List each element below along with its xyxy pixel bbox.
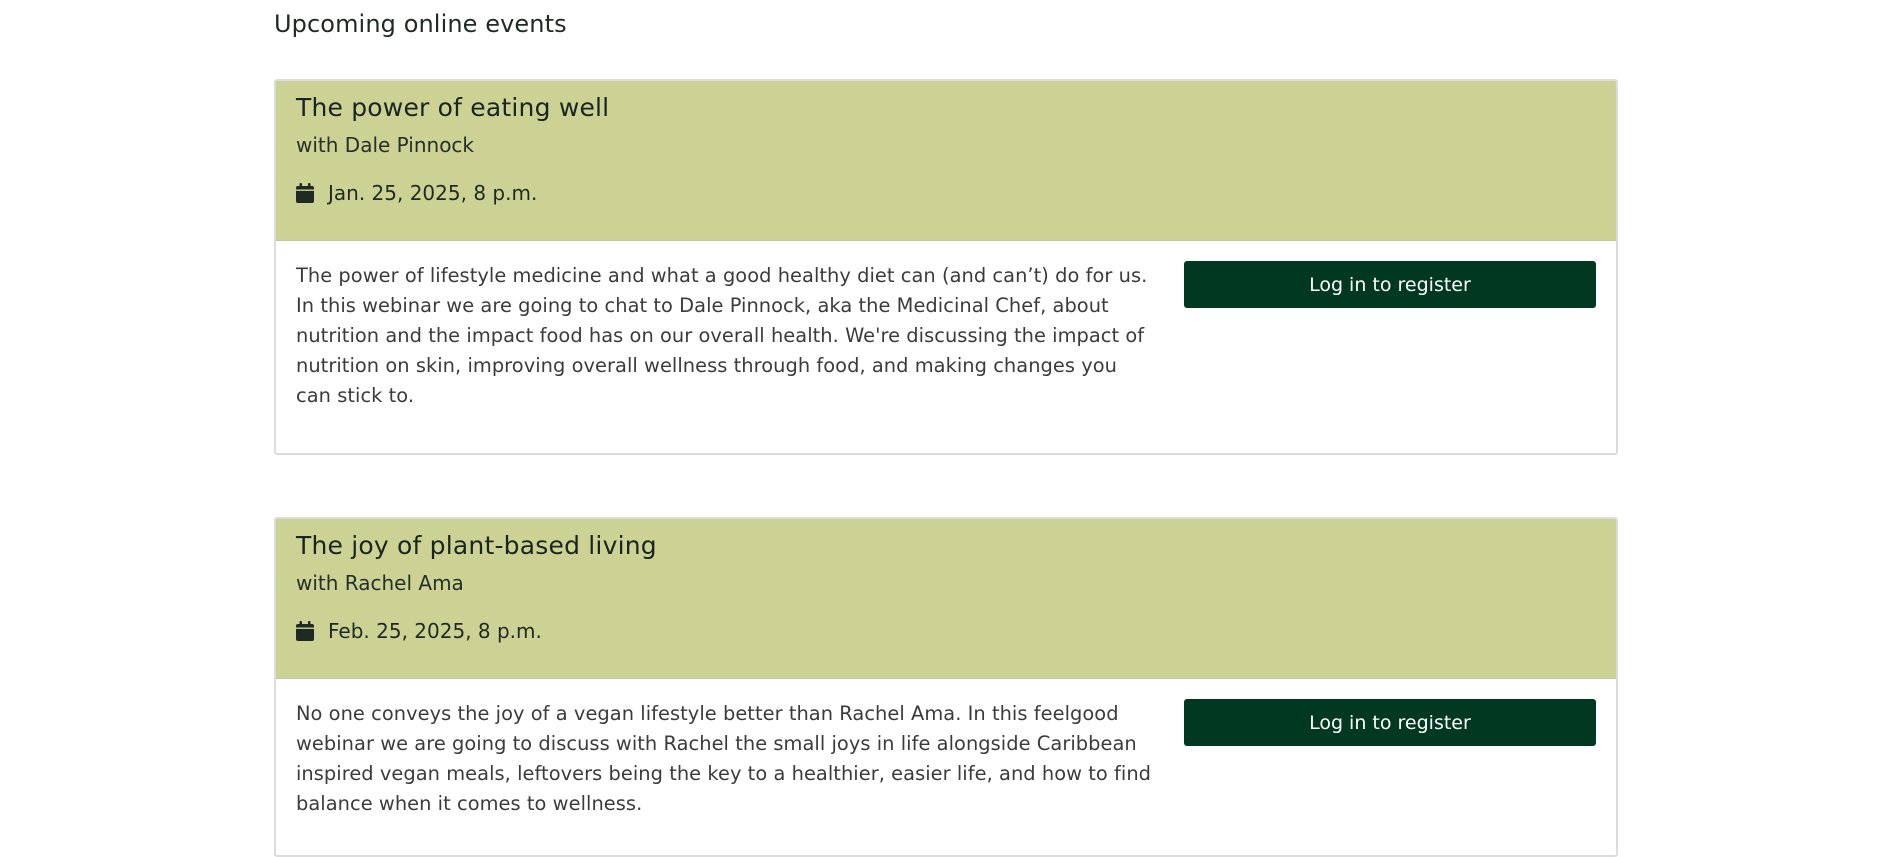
- log-in-to-register-button[interactable]: Log in to register: [1183, 699, 1596, 746]
- section-title: Upcoming online events: [274, 10, 567, 38]
- event-description: No one conveys the joy of a vegan lifest…: [296, 702, 1152, 815]
- event-title: The power of eating well: [296, 93, 610, 122]
- event-host: with Rachel Ama: [296, 571, 464, 595]
- event-date: Feb. 25, 2025, 8 p.m.: [328, 619, 542, 643]
- calendar-icon: [296, 621, 314, 641]
- log-in-to-register-button[interactable]: Log in to register: [1183, 261, 1596, 308]
- event-date-row: Jan. 25, 2025, 8 p.m.: [296, 178, 1596, 208]
- event-header: The joy of plant-based living with Rache…: [276, 519, 1616, 679]
- event-card: The power of eating well with Dale Pinno…: [274, 79, 1618, 455]
- event-date: Jan. 25, 2025, 8 p.m.: [328, 181, 538, 205]
- event-description: The power of lifestyle medicine and what…: [296, 264, 1148, 407]
- event-date-row: Feb. 25, 2025, 8 p.m.: [296, 616, 1596, 646]
- calendar-icon: [296, 183, 314, 203]
- event-body: The power of lifestyle medicine and what…: [276, 241, 1616, 411]
- event-card: The joy of plant-based living with Rache…: [274, 517, 1618, 857]
- event-body: No one conveys the joy of a vegan lifest…: [276, 679, 1616, 819]
- event-title: The joy of plant-based living: [296, 531, 657, 560]
- event-header: The power of eating well with Dale Pinno…: [276, 81, 1616, 241]
- events-page: Upcoming online events The power of eati…: [274, 0, 1618, 857]
- event-host: with Dale Pinnock: [296, 133, 475, 157]
